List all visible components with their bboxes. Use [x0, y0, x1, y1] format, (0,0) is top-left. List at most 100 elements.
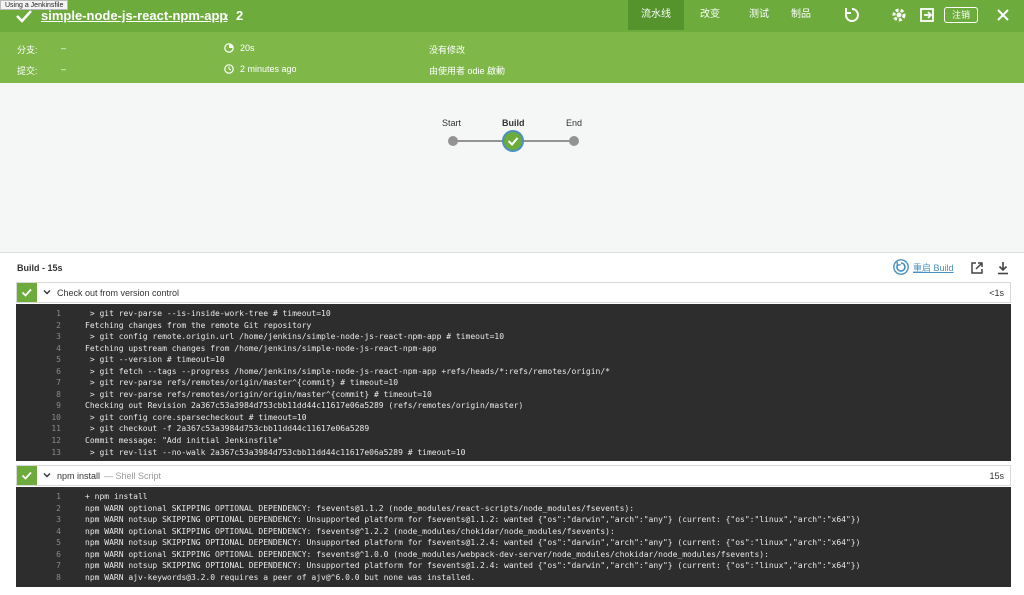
stage-label-end: End [566, 118, 583, 128]
log-line: 4 npm WARN optional SKIPPING OPTIONAL DEP… [16, 526, 1011, 538]
log-line-number[interactable]: 12 [16, 435, 61, 447]
commit-value: – [61, 64, 67, 74]
log-line: 3 > git config remote.origin.url /home/j… [16, 331, 1011, 343]
stage-label-start: Start [442, 118, 462, 128]
log-line-number[interactable]: 5 [16, 354, 61, 366]
branch-value: – [61, 43, 67, 53]
log-line-text: > git rev-parse --is-inside-work-tree # … [85, 309, 331, 318]
step-row[interactable]: npm install — Shell Script 15s [16, 465, 1011, 486]
top-bar: simple-node-js-react-npm-app ‹ 2 流水线 改变 … [0, 0, 1024, 32]
stage-node-end [569, 136, 579, 146]
log-line-text: npm WARN notsup SKIPPING OPTIONAL DEPEND… [85, 515, 861, 525]
restart-icon [893, 259, 909, 275]
log-line-text: > git rev-parse refs/remotes/origin/mast… [85, 378, 399, 388]
log-line: 1 + npm install [16, 491, 1011, 503]
step-duration: 15s [989, 471, 1004, 481]
tab-changes[interactable]: 改变 [684, 0, 736, 30]
log-line-number[interactable]: 3 [16, 331, 61, 343]
step-duration: <1s [989, 288, 1004, 298]
restart-build-label: 重启 Build [913, 262, 954, 273]
log-line-number[interactable]: 3 [16, 514, 61, 526]
log-line: 6 > git fetch --tags --progress /home/je… [16, 366, 1011, 378]
log-line: 2 npm WARN optional SKIPPING OPTIONAL DEP… [16, 503, 1011, 515]
step-name: Check out from version control [57, 288, 180, 298]
log-line-text: > git config core.sparsecheckout # timeo… [85, 412, 307, 422]
log-line-number[interactable]: 10 [16, 412, 61, 424]
log-line-number[interactable]: 13 [16, 447, 61, 459]
log-line: 3 npm WARN notsup SKIPPING OPTIONAL DEPEN… [16, 514, 1011, 526]
log-line-text: npm WARN ajv-keywords@3.2.0 requires a p… [85, 572, 476, 582]
log-line: 7 npm WARN notsup SKIPPING OPTIONAL DEPEN… [16, 560, 1011, 572]
stage-node-build[interactable] [502, 130, 524, 152]
log-line-number[interactable]: 7 [16, 560, 61, 572]
step-name-text: npm install [57, 471, 101, 481]
pipeline-name-link[interactable]: simple-node-js-react-npm-app [41, 8, 227, 23]
step-log: 1 > git rev-parse --is-inside-work-tree … [16, 304, 1011, 461]
success-check-icon [21, 288, 32, 297]
gear-icon[interactable] [890, 6, 908, 24]
log-line-number[interactable]: 9 [16, 400, 61, 412]
log-line-number[interactable]: 2 [16, 503, 61, 515]
logout-button[interactable]: 注销 [944, 7, 978, 23]
rerun-icon[interactable] [843, 6, 861, 24]
log-line-text: npm WARN optional SKIPPING OPTIONAL DEPE… [85, 503, 635, 513]
step-subtitle: — Shell Script [104, 471, 162, 481]
changes-text: 没有修改 [429, 45, 466, 55]
step-status [17, 283, 37, 302]
log-line-number[interactable]: 1 [16, 491, 61, 503]
stage-node-start [448, 136, 458, 146]
log-line-number[interactable]: 8 [16, 572, 61, 584]
open-classic-icon[interactable] [918, 6, 936, 24]
open-in-new-icon[interactable] [970, 261, 984, 275]
tab-tests[interactable]: 测试 [736, 0, 782, 30]
log-line-text: npm WARN optional SKIPPING OPTIONAL DEPE… [85, 526, 615, 536]
log-line-text: > git rev-list --no-walk 2a367c53a3984d7… [85, 447, 466, 457]
duration-icon [224, 43, 234, 53]
run-number: 2 [236, 8, 244, 23]
log-line-number[interactable]: 1 [16, 308, 61, 320]
log-line-text: > git rev-parse refs/remotes/origin/orig… [85, 389, 432, 399]
step-log: 1 + npm install 2 npm WARN optional SKIPPIN… [16, 487, 1011, 587]
log-line-text: npm WARN notsup SKIPPING OPTIONAL DEPEND… [85, 561, 861, 571]
log-line: 1 > git rev-parse --is-inside-work-tree … [16, 308, 1011, 320]
branch-label: 分支: [17, 45, 38, 55]
log-line-text: Fetching upstream changes from /home/jen… [85, 343, 437, 353]
build-panel-title: Build - 15s [17, 263, 63, 273]
log-line-number[interactable]: 6 [16, 366, 61, 378]
chevron-left-icon[interactable]: ‹ [224, 8, 229, 24]
download-icon[interactable] [996, 261, 1010, 275]
close-icon[interactable] [994, 6, 1012, 24]
log-line-number[interactable]: 5 [16, 537, 61, 549]
chevron-down-icon[interactable] [41, 286, 53, 298]
log-line-number[interactable]: 2 [16, 320, 61, 332]
log-line-text: > git --version # timeout=10 [85, 355, 225, 365]
log-line: 12 Commit message: "Add initial Jenkinsfi… [16, 435, 1011, 447]
success-check-icon [507, 137, 519, 146]
restart-build-button[interactable]: 重启 Build [893, 259, 954, 275]
run-meta: 分支: – 提交: – 20s 2 minutes ago 没有修改 由使用者 … [0, 32, 1024, 83]
log-line-number[interactable]: 4 [16, 526, 61, 538]
log-line: 6 npm WARN optional SKIPPING OPTIONAL DEP… [16, 549, 1011, 561]
step-row[interactable]: Check out from version control <1s [16, 282, 1011, 303]
log-line: 7 > git rev-parse refs/remotes/origin/ma… [16, 377, 1011, 389]
step-status [17, 466, 37, 485]
log-line-number[interactable]: 6 [16, 549, 61, 561]
log-line-number[interactable]: 11 [16, 423, 61, 435]
commit-label: 提交: [17, 66, 38, 76]
duration-value: 20s [240, 43, 255, 53]
stage-label-build[interactable]: Build [502, 118, 525, 128]
chevron-down-icon[interactable] [41, 469, 53, 481]
log-line-number[interactable]: 7 [16, 377, 61, 389]
log-line-number[interactable]: 8 [16, 389, 61, 401]
log-line-text: + npm install [85, 492, 148, 501]
log-line: 11 > git checkout -f 2a367c53a3984d753cb… [16, 423, 1011, 435]
log-line-text: Commit message: "Add initial Jenkinsfile… [85, 436, 283, 446]
log-line: 13 > git rev-list --no-walk 2a367c53a398… [16, 447, 1011, 459]
log-line-text: npm WARN optional SKIPPING OPTIONAL DEPE… [85, 549, 769, 559]
log-line-number[interactable]: 4 [16, 343, 61, 355]
started-by-text: 由使用者 odie 啟動 [429, 66, 506, 76]
tab-artifacts[interactable]: 制品 [782, 0, 820, 30]
log-line-text: Fetching changes from the remote Git rep… [85, 320, 312, 330]
tab-pipeline[interactable]: 流水线 [628, 0, 684, 30]
pipeline-graph: Start Build End [0, 83, 1024, 253]
